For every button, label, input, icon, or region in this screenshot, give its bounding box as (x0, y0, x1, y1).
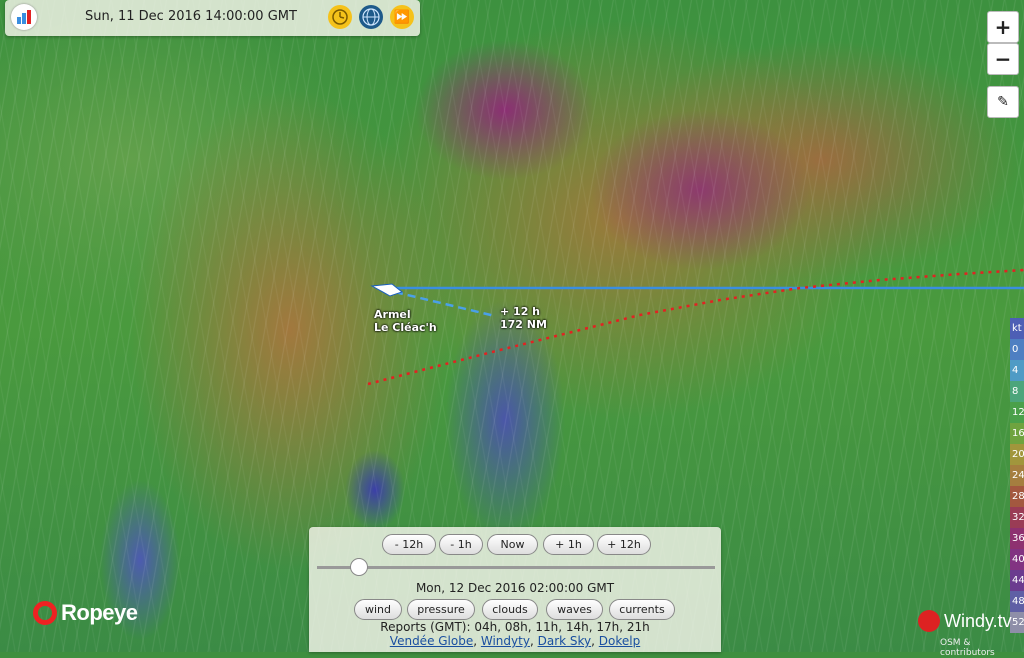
projection-distance: 172 NM (500, 318, 547, 331)
legend-entry: 8 (1010, 381, 1024, 402)
legend-unit: kt (1010, 318, 1024, 339)
layer-clouds-button[interactable]: clouds (482, 599, 538, 620)
projection-label: + 12 h 172 NM (500, 305, 547, 331)
legend-entry: 20 (1010, 444, 1024, 465)
link-vendee-globe[interactable]: Vendée Globe (390, 634, 473, 648)
map-attribution[interactable]: OSM & contributors (940, 638, 1024, 658)
legend-entry: 32 (1010, 507, 1024, 528)
time-slider-thumb[interactable] (350, 558, 368, 576)
time-control-panel: - 12h - 1h Now + 1h + 12h Mon, 12 Dec 20… (309, 527, 721, 652)
windy-wordmark: Windy.tv (944, 610, 1012, 631)
legend-entry: 0 (1010, 339, 1024, 360)
fast-forward-icon[interactable]: ⏩ (390, 5, 414, 29)
ropeye-ring-icon (33, 601, 57, 625)
layer-wind-button[interactable]: wind (354, 599, 402, 620)
now-button[interactable]: Now (487, 534, 538, 555)
source-links: Vendée Globe, Windyty, Dark Sky, Dokelp (389, 634, 641, 648)
minus-12h-button[interactable]: - 12h (382, 534, 436, 555)
legend-entry: 44 (1010, 570, 1024, 591)
ropeye-logo[interactable]: Ropeye (33, 600, 138, 626)
time-slider-track[interactable] (317, 566, 715, 569)
layer-pressure-button[interactable]: pressure (407, 599, 475, 620)
ruler-icon[interactable]: ✎ (987, 86, 1019, 118)
wind-speed-legend: kt 0 4 8 12 16 20 24 28 32 36 40 44 48 5… (1010, 318, 1024, 633)
layer-waves-button[interactable]: waves (546, 599, 603, 620)
forecast-datetime: Mon, 12 Dec 2016 02:00:00 GMT (415, 581, 615, 595)
legend-entry: 48 (1010, 591, 1024, 612)
reports-schedule: Reports (GMT): 04h, 08h, 11h, 14h, 17h, … (380, 620, 650, 634)
zoom-in-button[interactable]: + (987, 11, 1019, 43)
minus-1h-button[interactable]: - 1h (439, 534, 483, 555)
plus-1h-button[interactable]: + 1h (543, 534, 594, 555)
boat-skipper-label: Armel Le Cléac'h (374, 308, 437, 334)
legend-entry: 12 (1010, 402, 1024, 423)
projection-time: + 12 h (500, 305, 541, 318)
link-windyty[interactable]: Windyty (481, 634, 530, 648)
windy-logo[interactable]: Windy.tv (918, 610, 1012, 632)
app-logo-icon[interactable] (11, 4, 37, 30)
clock-icon[interactable] (328, 5, 352, 29)
legend-entry: 40 (1010, 549, 1024, 570)
skipper-last-name: Le Cléac'h (374, 321, 437, 334)
windy-logo-icon (918, 610, 940, 632)
legend-entry: 4 (1010, 360, 1024, 381)
current-datetime: Sun, 11 Dec 2016 14:00:00 GMT (85, 9, 297, 24)
legend-entry: 16 (1010, 423, 1024, 444)
plus-12h-button[interactable]: + 12h (597, 534, 651, 555)
zoom-out-button[interactable]: − (987, 43, 1019, 75)
ropeye-wordmark: Ropeye (61, 600, 138, 625)
link-dark-sky[interactable]: Dark Sky (538, 634, 592, 648)
legend-entry: 28 (1010, 486, 1024, 507)
skipper-first-name: Armel (374, 308, 411, 321)
top-bar: Sun, 11 Dec 2016 14:00:00 GMT ⏩ (5, 0, 420, 36)
globe-icon[interactable] (359, 5, 383, 29)
legend-entry: 52 (1010, 612, 1024, 633)
layer-currents-button[interactable]: currents (609, 599, 675, 620)
legend-entry: 36 (1010, 528, 1024, 549)
boat-icon (370, 283, 404, 297)
link-dokelp[interactable]: Dokelp (599, 634, 640, 648)
legend-entry: 24 (1010, 465, 1024, 486)
